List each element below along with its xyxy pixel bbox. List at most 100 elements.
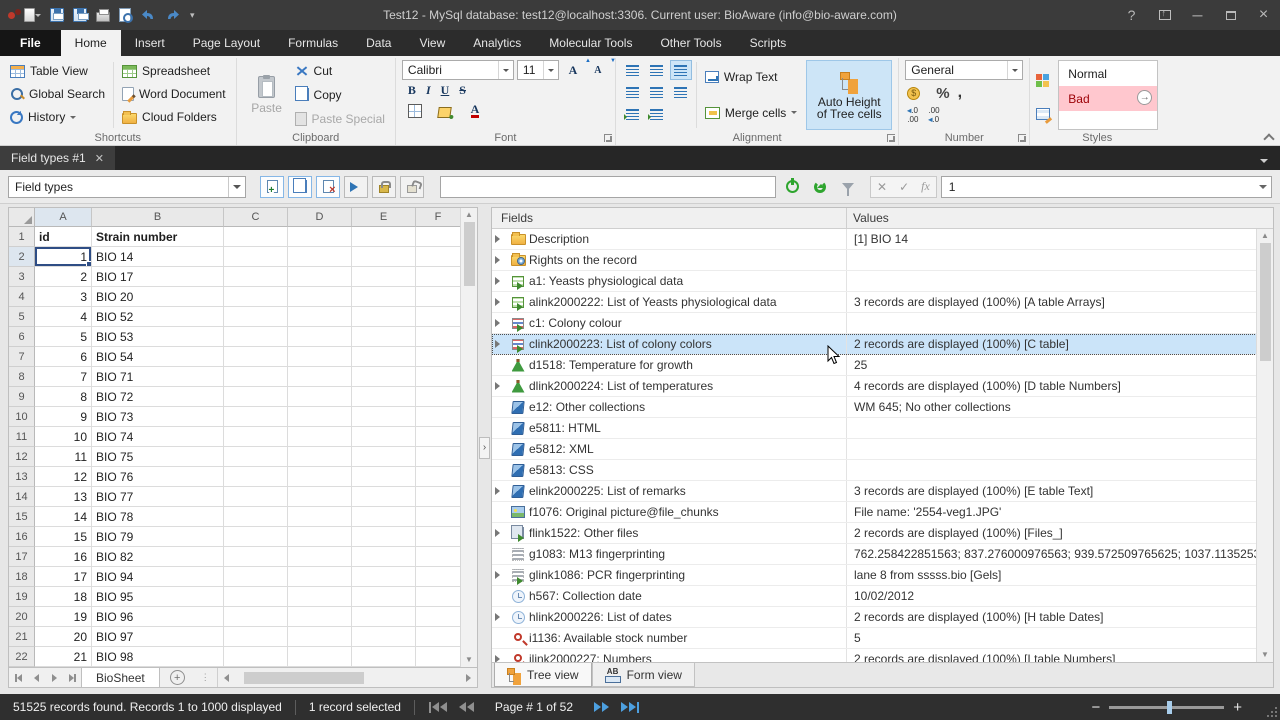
alignment-dialog-launcher-icon[interactable] xyxy=(887,134,895,142)
sheet-cell-E6[interactable] xyxy=(352,327,416,347)
style-bad[interactable]: Bad→ xyxy=(1059,86,1157,111)
wrap-text-button[interactable]: Wrap Text xyxy=(701,66,801,88)
spreadsheet-hscrollbar[interactable] xyxy=(217,668,477,687)
sheet-cell-E15[interactable] xyxy=(352,507,416,527)
sheet-cell-E11[interactable] xyxy=(352,427,416,447)
expand-arrow-icon[interactable] xyxy=(492,487,507,495)
sheet-cell-E16[interactable] xyxy=(352,527,416,547)
underline-button[interactable]: U xyxy=(441,83,450,98)
last-page-icon[interactable] xyxy=(617,702,643,713)
save-as-icon[interactable] xyxy=(73,4,87,26)
sheet-cell-A16[interactable]: 15 xyxy=(35,527,92,547)
next-page-icon[interactable] xyxy=(590,702,613,712)
sheet-cell-A17[interactable]: 16 xyxy=(35,547,92,567)
help-button[interactable]: ? xyxy=(1115,0,1148,30)
paste-special-button[interactable]: Paste Special xyxy=(291,109,389,130)
sheet-cell-E5[interactable] xyxy=(352,307,416,327)
field-row[interactable]: flink1522: Other files2 records are disp… xyxy=(492,523,1273,544)
sheet-cell-E10[interactable] xyxy=(352,407,416,427)
spreadsheet-vscrollbar[interactable]: ▲▼ xyxy=(460,208,477,667)
sheet-cell-B2[interactable]: BIO 14 xyxy=(92,247,224,267)
expand-arrow-icon[interactable] xyxy=(492,277,507,285)
row-header-9[interactable]: 9 xyxy=(9,387,35,407)
field-row[interactable]: alink2000222: List of Yeasts physiologic… xyxy=(492,292,1273,313)
sheet-cell-C12[interactable] xyxy=(224,447,288,467)
select-all-corner[interactable] xyxy=(9,208,35,227)
sheet-cell-A14[interactable]: 13 xyxy=(35,487,92,507)
formula-bar[interactable]: 1 xyxy=(941,176,1272,198)
field-row[interactable]: Rights on the record xyxy=(492,250,1273,271)
increase-decimal-button[interactable]: ◂.0.00 xyxy=(907,106,918,124)
ribbon-tab-page-layout[interactable]: Page Layout xyxy=(179,30,274,56)
field-row[interactable]: clink2000223: List of colony colors2 rec… xyxy=(492,334,1273,355)
row-header-10[interactable]: 10 xyxy=(9,407,35,427)
sheet-cell-B9[interactable]: BIO 72 xyxy=(92,387,224,407)
sheet-cell-E12[interactable] xyxy=(352,447,416,467)
sheet-cell-F10[interactable] xyxy=(416,407,460,427)
sheet-cell-A2[interactable]: 1 xyxy=(35,247,92,267)
shrink-font-button[interactable]: A xyxy=(587,60,609,80)
sheet-cell-F4[interactable] xyxy=(416,287,460,307)
sheet-cell-E18[interactable] xyxy=(352,567,416,587)
sheet-cell-D3[interactable] xyxy=(288,267,352,287)
sheet-cell-D5[interactable] xyxy=(288,307,352,327)
sheet-cell-B20[interactable]: BIO 96 xyxy=(92,607,224,627)
field-row[interactable]: e5811: HTML xyxy=(492,418,1273,439)
sheet-cell-F1[interactable] xyxy=(416,227,460,247)
sheet-cell-A4[interactable]: 3 xyxy=(35,287,92,307)
sheet-cell-F13[interactable] xyxy=(416,467,460,487)
number-dialog-launcher-icon[interactable] xyxy=(1018,134,1026,142)
strikethrough-button[interactable]: S xyxy=(459,83,466,98)
first-sheet-icon[interactable] xyxy=(9,674,27,682)
field-row[interactable]: e5812: XML xyxy=(492,439,1273,460)
ribbon-tab-file[interactable]: File xyxy=(0,30,61,56)
decrease-indent-button[interactable] xyxy=(622,104,644,124)
sheet-cell-F19[interactable] xyxy=(416,587,460,607)
sheet-cell-A5[interactable]: 4 xyxy=(35,307,92,327)
sheet-cell-D15[interactable] xyxy=(288,507,352,527)
collapse-ribbon-icon[interactable] xyxy=(1264,133,1274,141)
zoom-slider-thumb[interactable] xyxy=(1167,701,1172,714)
sheet-cell-E3[interactable] xyxy=(352,267,416,287)
column-header-E[interactable]: E xyxy=(352,208,416,227)
cancel-formula-icon[interactable]: ✕ xyxy=(877,180,887,194)
sheet-cell-F16[interactable] xyxy=(416,527,460,547)
sheet-tab-biosheet[interactable]: BioSheet xyxy=(81,668,160,687)
app-menu-button[interactable] xyxy=(24,4,41,26)
execute-search-button[interactable] xyxy=(780,176,804,198)
sheet-cell-E17[interactable] xyxy=(352,547,416,567)
sheet-cell-A21[interactable]: 20 xyxy=(35,627,92,647)
field-row[interactable]: i1136: Available stock number5 xyxy=(492,628,1273,649)
fields-vscroll-thumb[interactable] xyxy=(1260,243,1271,361)
sheet-cell-E20[interactable] xyxy=(352,607,416,627)
font-size-select[interactable]: 11 xyxy=(517,60,559,80)
add-sheet-icon[interactable]: + xyxy=(170,670,185,685)
sheet-cell-B12[interactable]: BIO 75 xyxy=(92,447,224,467)
formula-expand-icon[interactable] xyxy=(1255,181,1271,193)
style-normal[interactable]: Normal xyxy=(1059,61,1157,86)
field-row[interactable]: glink1086: PCR fingerprintinglane 8 from… xyxy=(492,565,1273,586)
sheet-cell-F17[interactable] xyxy=(416,547,460,567)
ribbon-tab-data[interactable]: Data xyxy=(352,30,405,56)
sheet-cell-D2[interactable] xyxy=(288,247,352,267)
undo-icon[interactable] xyxy=(140,4,156,26)
row-header-11[interactable]: 11 xyxy=(9,427,35,447)
align-bottom-button[interactable] xyxy=(670,60,692,80)
align-left-button[interactable] xyxy=(622,82,644,102)
percent-button[interactable]: % xyxy=(936,85,949,102)
sheet-cell-B4[interactable]: BIO 20 xyxy=(92,287,224,307)
unlock-record-button[interactable] xyxy=(400,176,424,198)
sheet-cell-F18[interactable] xyxy=(416,567,460,587)
sheet-cell-A19[interactable]: 18 xyxy=(35,587,92,607)
column-header-D[interactable]: D xyxy=(288,208,352,227)
tab-tree-view[interactable]: Tree view xyxy=(494,663,592,687)
row-header-15[interactable]: 15 xyxy=(9,507,35,527)
sheet-cell-C5[interactable] xyxy=(224,307,288,327)
sheet-cell-A6[interactable]: 5 xyxy=(35,327,92,347)
align-right-button[interactable] xyxy=(670,82,692,102)
cut-button[interactable]: Cut xyxy=(291,60,389,81)
sheet-cell-B21[interactable]: BIO 97 xyxy=(92,627,224,647)
sheet-cell-B15[interactable]: BIO 78 xyxy=(92,507,224,527)
sheet-cell-B22[interactable]: BIO 98 xyxy=(92,647,224,667)
sheet-cell-C21[interactable] xyxy=(224,627,288,647)
